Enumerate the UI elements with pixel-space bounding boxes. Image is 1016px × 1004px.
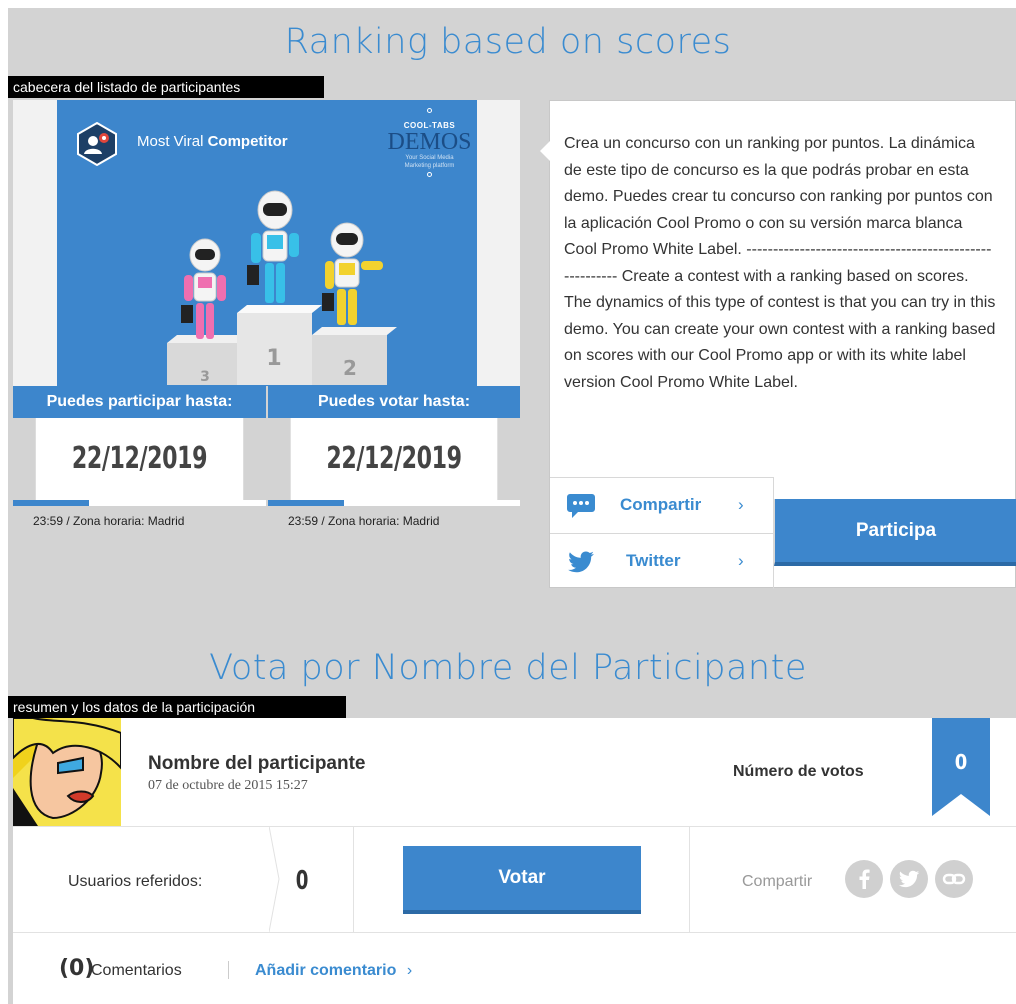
vote-button[interactable]: Votar	[403, 846, 641, 914]
vote-deadline-label: Puedes votar hasta:	[268, 386, 520, 418]
comments-count: (0)	[59, 956, 95, 981]
hero-banner: Most Viral Competitor COOL-TABS DEMOS Yo…	[13, 100, 520, 386]
participate-deadline-note: 23:59 / Zona horaria: Madrid	[33, 514, 185, 528]
referred-users-count: 0	[295, 866, 309, 896]
page-title: Ranking based on scores	[284, 22, 732, 62]
chevron-right-icon: ›	[738, 495, 744, 514]
vote-deadline: Puedes votar hasta: 22/12/2019 23:59 / Z…	[268, 386, 520, 528]
referred-users-label: Usuarios referidos:	[68, 873, 203, 890]
section-annotation-tag: resumen y los datos de la participación	[8, 696, 346, 718]
participation-date: 07 de octubre de 2015 15:27	[148, 778, 308, 793]
vote-progress-fill	[268, 500, 344, 506]
divider	[353, 826, 354, 932]
participate-button[interactable]: Participa	[774, 499, 1016, 566]
participate-progress	[13, 500, 266, 506]
comments-label: Comentarios	[91, 962, 182, 979]
speech-bubble-icon	[567, 494, 595, 518]
link-icon[interactable]	[935, 860, 973, 898]
contest-description: Crea un concurso con un ranking por punt…	[564, 135, 996, 391]
participant-name: Nombre del participante	[148, 753, 366, 774]
chevron-right-icon: ›	[406, 962, 413, 979]
twitter-share-button[interactable]: Twitter ›	[550, 533, 774, 589]
vote-deadline-note: 23:59 / Zona horaria: Madrid	[288, 514, 440, 528]
twitter-bird-icon	[568, 551, 594, 573]
svg-text:3: 3	[200, 369, 210, 385]
demos-logo: COOL-TABS DEMOS Your Social Media Market…	[382, 106, 477, 179]
add-comment-link[interactable]: Añadir comentario ›	[255, 962, 412, 980]
svg-text:1: 1	[266, 346, 281, 371]
share-button[interactable]: Compartir ›	[550, 477, 774, 533]
divider	[228, 961, 229, 979]
share-label: Compartir	[620, 495, 702, 514]
chevron-divider-icon	[269, 826, 280, 932]
divider	[13, 826, 1016, 827]
participate-deadline-date: 22/12/2019	[35, 418, 244, 500]
hero-image: Most Viral Competitor COOL-TABS DEMOS Yo…	[57, 100, 477, 386]
votes-label: Número de votos	[733, 763, 864, 780]
contest-description-card: Crea un concurso con un ranking por punt…	[540, 100, 1016, 589]
participate-deadline: Puedes participar hasta: 22/12/2019 23:5…	[13, 386, 266, 528]
chevron-right-icon: ›	[738, 551, 744, 570]
section-annotation-tag: cabecera del listado de participantes	[8, 76, 324, 98]
twitter-label: Twitter	[626, 551, 681, 570]
competitor-logo-icon	[77, 122, 117, 166]
votes-count: 0	[954, 750, 968, 774]
twitter-icon[interactable]	[890, 860, 928, 898]
hero-brand-text: Most Viral Competitor	[137, 133, 288, 150]
participate-deadline-label: Puedes participar hasta:	[13, 386, 266, 418]
vote-deadline-date: 22/12/2019	[290, 418, 498, 500]
svg-text:2: 2	[343, 356, 357, 380]
vote-progress	[268, 500, 520, 506]
divider	[13, 932, 1016, 933]
participant-card: Nombre del participante 07 de octubre de…	[13, 718, 1016, 1004]
share-label: Compartir	[742, 873, 813, 890]
facebook-icon[interactable]	[845, 860, 883, 898]
participant-avatar	[13, 718, 121, 826]
participate-progress-fill	[13, 500, 89, 506]
vote-section-title: Vota por Nombre del Participante	[209, 648, 807, 688]
divider	[689, 826, 690, 932]
podium-robots-illustration: 1 2 3	[167, 190, 397, 385]
